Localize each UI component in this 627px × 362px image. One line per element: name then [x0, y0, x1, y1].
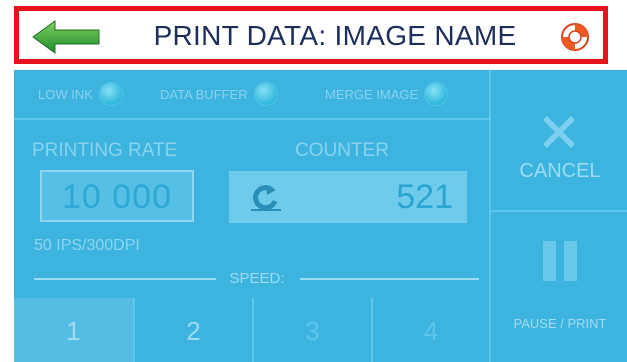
printing-rate-label: PRINTING RATE [32, 140, 178, 161]
printing-rate-value: 10 000 [62, 178, 172, 216]
print-data-screen: PRINT DATA: IMAGE NAME LOW INK DATA BUFF… [0, 0, 627, 362]
status-data-buffer: DATA BUFFER [160, 83, 277, 105]
status-merge-image: MERGE IMAGE [325, 83, 448, 105]
speed-label: SPEED: [229, 270, 285, 287]
speed-button-3-label: 3 [305, 316, 320, 346]
reset-icon[interactable] [251, 184, 281, 212]
printing-rate-subtext: 50 IPS/300DPI [34, 237, 140, 254]
title-bar: PRINT DATA: IMAGE NAME [14, 6, 608, 64]
speed-button-4[interactable]: 4 [373, 298, 489, 362]
counter-label: COUNTER [295, 140, 389, 161]
data-buffer-indicator-icon [254, 83, 277, 105]
status-low-ink: LOW INK [38, 83, 122, 105]
pause-print-button[interactable]: PAUSE / PRINT [491, 212, 627, 362]
speed-button-2[interactable]: 2 [135, 298, 254, 362]
back-arrow-icon[interactable] [31, 19, 101, 55]
lifebuoy-icon[interactable] [559, 21, 591, 53]
control-panel: LOW INK DATA BUFFER MERGE IMAGE PRINTING… [14, 70, 627, 362]
speed-button-2-label: 2 [186, 316, 201, 346]
speed-divider-right [300, 278, 479, 280]
close-icon [543, 116, 575, 148]
pause-icon [543, 241, 577, 281]
speed-button-4-label: 4 [423, 316, 439, 346]
merge-image-indicator-icon [425, 83, 448, 105]
status-row: LOW INK DATA BUFFER MERGE IMAGE [14, 70, 489, 120]
action-column: CANCEL PAUSE / PRINT [489, 70, 627, 362]
merge-image-label: MERGE IMAGE [325, 86, 419, 102]
speed-button-3[interactable]: 3 [254, 298, 373, 362]
counter-display: 521 [229, 171, 467, 223]
pause-print-label: PAUSE / PRINT [513, 316, 607, 331]
data-buffer-label: DATA BUFFER [160, 86, 248, 102]
speed-button-1[interactable]: 1 [14, 298, 135, 362]
cancel-button[interactable]: CANCEL [491, 70, 627, 212]
speed-divider-left [34, 278, 216, 280]
printing-rate-field[interactable]: 10 000 [40, 170, 194, 222]
speed-selector: 1 2 3 4 [14, 298, 489, 362]
low-ink-indicator-icon [99, 83, 122, 105]
low-ink-label: LOW INK [38, 86, 93, 102]
speed-button-1-label: 1 [66, 316, 81, 346]
cancel-label: CANCEL [519, 160, 601, 182]
counter-value: 521 [396, 178, 453, 216]
page-title: PRINT DATA: IMAGE NAME [153, 20, 517, 51]
